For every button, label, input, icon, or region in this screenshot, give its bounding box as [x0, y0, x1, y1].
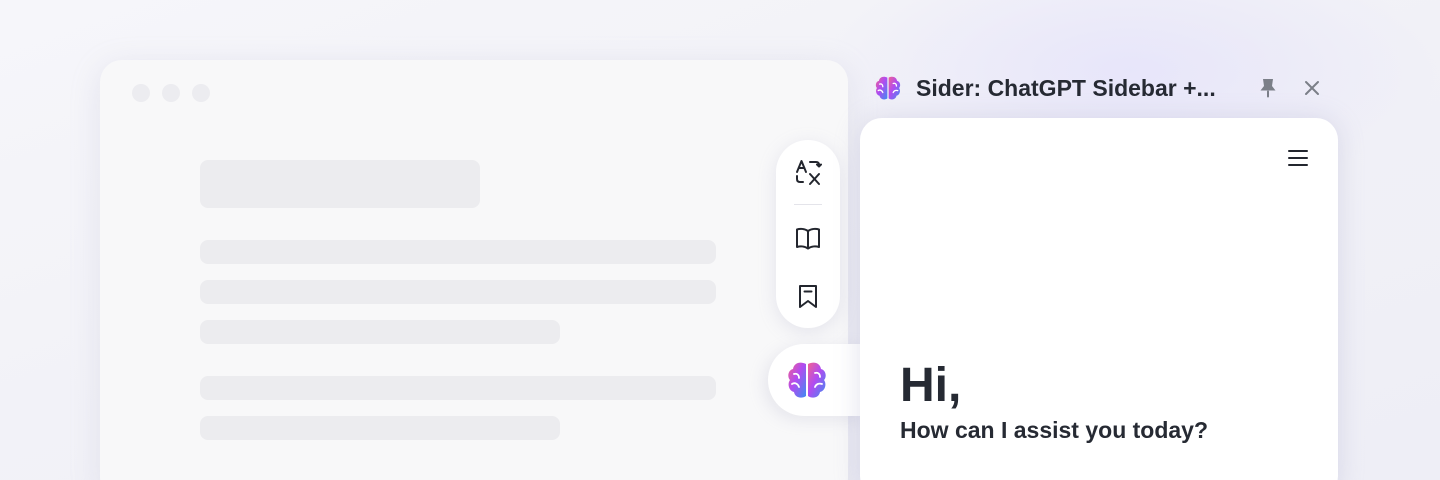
- menu-button[interactable]: [1286, 146, 1310, 170]
- pin-button[interactable]: [1256, 76, 1280, 100]
- toolbar-divider: [794, 204, 822, 205]
- greeting-subtitle: How can I assist you today?: [900, 417, 1209, 443]
- sidebar-panel: Hi, How can I assist you today?: [860, 118, 1338, 480]
- skeleton-line: [200, 416, 560, 440]
- book-reader-icon: [796, 227, 820, 250]
- floating-toolbar: [776, 140, 840, 328]
- sider-launcher-button[interactable]: [768, 344, 868, 416]
- sidebar-title: Sider: ChatGPT Sidebar +...: [916, 75, 1216, 101]
- skeleton-title: [200, 160, 480, 208]
- pin-icon: [1260, 79, 1276, 98]
- reader-button[interactable]: [792, 222, 824, 254]
- sider-brain-logo-icon: [788, 362, 826, 398]
- bookmark-icon: [799, 285, 817, 308]
- translate-button[interactable]: [792, 156, 824, 188]
- skeleton-line: [200, 376, 716, 400]
- window-dot-minimize: [162, 84, 180, 102]
- hamburger-menu-icon: [1288, 150, 1308, 166]
- browser-window-mock: [100, 60, 848, 480]
- bookmark-button[interactable]: [792, 280, 824, 312]
- skeleton-line: [200, 320, 560, 344]
- sider-brain-logo-icon: [875, 76, 901, 100]
- skeleton-line: [200, 240, 716, 264]
- close-icon: [1305, 81, 1319, 95]
- window-dot-maximize: [192, 84, 210, 102]
- close-button[interactable]: [1300, 76, 1324, 100]
- window-dot-close: [132, 84, 150, 102]
- translate-icon: [796, 160, 822, 185]
- greeting-heading: Hi,: [900, 359, 962, 412]
- skeleton-line: [200, 280, 716, 304]
